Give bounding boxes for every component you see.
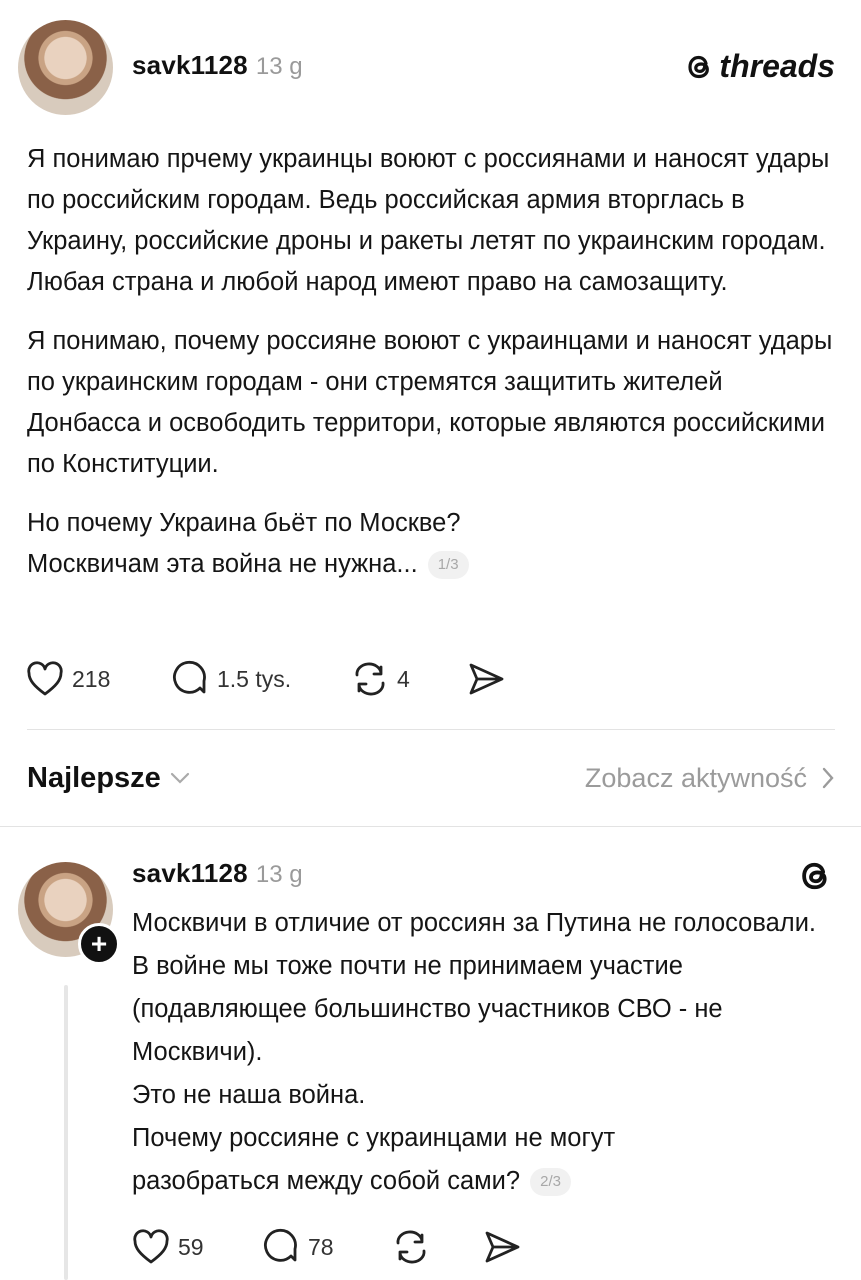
- post-actions: 218 1.5 tys. 4: [26, 660, 506, 698]
- reply-line-3: Почему россияне с украинцами не могут ра…: [132, 1117, 692, 1203]
- repost-count: 4: [397, 665, 410, 692]
- username[interactable]: savk1128: [132, 50, 248, 81]
- reply-body: Москвичи в отличие от россиян за Путина …: [132, 902, 832, 1203]
- reply-line-2: Это не наша война.: [132, 1081, 366, 1109]
- reply-line-1: Москвичи в отличие от россиян за Путина …: [132, 909, 817, 1066]
- like-count: 218: [72, 665, 111, 692]
- chevron-down-icon: [170, 772, 189, 784]
- send-icon: [485, 1231, 520, 1263]
- view-activity-link[interactable]: Zobacz aktywność: [585, 763, 835, 794]
- post-paragraph-2: Я понимаю, почему россияне воюют с украи…: [27, 327, 833, 478]
- send-icon: [469, 663, 504, 695]
- reply-header: savk1128 13 g: [132, 858, 303, 889]
- timestamp: 13 g: [255, 53, 303, 80]
- sort-dropdown[interactable]: Najlepsze: [27, 762, 191, 795]
- sort-label: Najlepsze: [27, 761, 161, 794]
- post-paragraph-1: Я понимаю прчему украинцы воюют с россия…: [27, 145, 830, 296]
- repost-button[interactable]: 4: [351, 661, 466, 697]
- reply-like-button[interactable]: 59: [132, 1229, 262, 1265]
- reply-actions: 59 78: [132, 1228, 522, 1266]
- heart-icon: [27, 661, 63, 696]
- repost-icon: [396, 1230, 426, 1264]
- chevron-right-icon: [822, 767, 834, 789]
- threads-wordmark: threads: [719, 48, 835, 84]
- reply-username[interactable]: savk1128: [132, 858, 248, 889]
- reply-page-indicator: 2/3: [530, 1168, 571, 1197]
- page-indicator: 1/3: [427, 551, 469, 580]
- repost-icon: [355, 662, 385, 696]
- heart-icon: [133, 1229, 169, 1264]
- follow-plus-button[interactable]: +: [78, 923, 120, 965]
- post-header: savk1128 13 g: [132, 50, 303, 81]
- comment-bubble-icon: [264, 1228, 297, 1262]
- divider: [0, 826, 861, 827]
- thread-line: [64, 985, 68, 1280]
- post-paragraph-3-text: Но почему Украина бьёт по Москве? Москви…: [27, 509, 461, 578]
- threads-brand: threads: [685, 48, 835, 85]
- like-button[interactable]: 218: [26, 661, 171, 697]
- view-activity-label: Zobacz aktywność: [584, 762, 807, 793]
- reply-comment-count: 78: [308, 1233, 334, 1260]
- post-body: Я понимаю прчему украинцы воюют с россия…: [27, 139, 842, 603]
- threads-logo-icon[interactable]: [798, 857, 834, 895]
- post-paragraph-3: Но почему Украина бьёт по Москве? Москви…: [27, 503, 587, 585]
- comment-count: 1.5 tys.: [217, 665, 292, 692]
- avatar[interactable]: [18, 20, 113, 115]
- reply-repost-button[interactable]: [392, 1229, 482, 1265]
- comment-button[interactable]: 1.5 tys.: [171, 660, 351, 698]
- reply-like-count: 59: [178, 1233, 204, 1260]
- threads-logo-icon: [688, 55, 710, 78]
- divider: [27, 729, 835, 730]
- plus-icon: +: [90, 928, 108, 959]
- reply-share-button[interactable]: [482, 1229, 522, 1265]
- share-button[interactable]: [466, 661, 506, 697]
- sort-row: Najlepsze Zobacz aktywność: [27, 755, 835, 801]
- reply-timestamp: 13 g: [255, 861, 303, 888]
- reply-comment-button[interactable]: 78: [262, 1228, 392, 1266]
- comment-bubble-icon: [173, 660, 206, 694]
